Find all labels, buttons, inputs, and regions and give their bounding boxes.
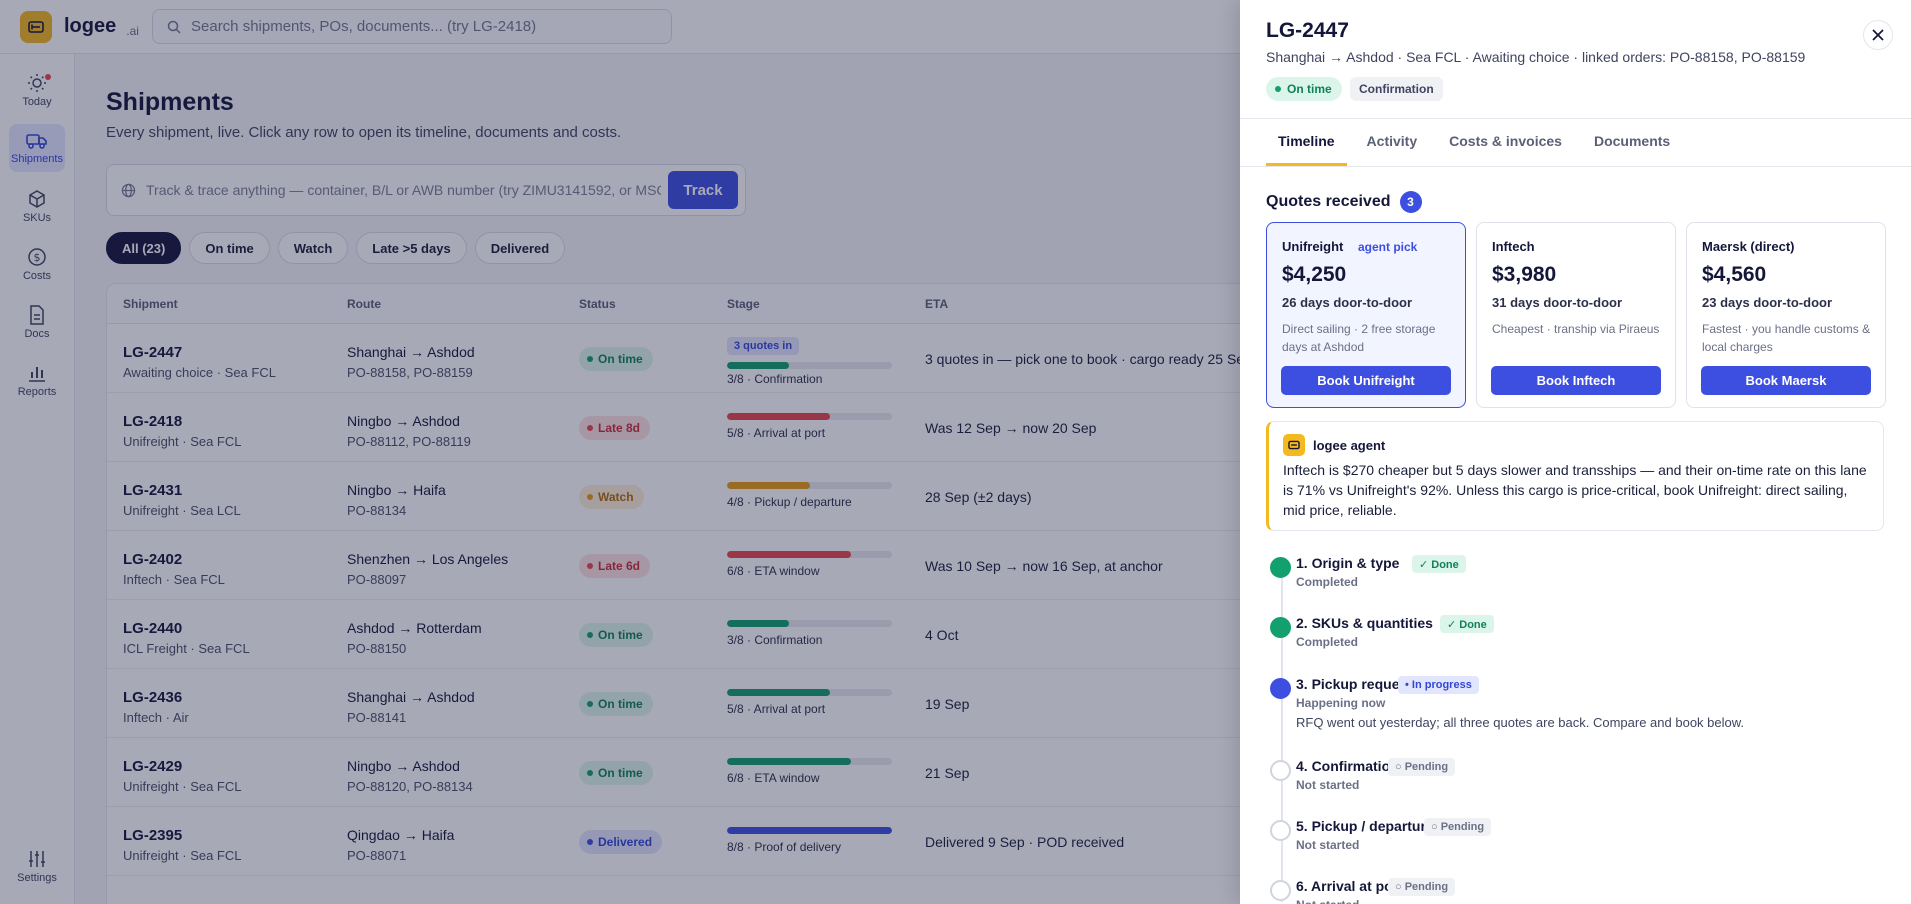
- step-status-icon: [1270, 557, 1291, 578]
- quote-carrier: Inftech: [1492, 239, 1535, 254]
- agent-recommendation: logee agent Inftech is $270 cheaper but …: [1266, 421, 1884, 531]
- quotes-count-badge: 3: [1399, 191, 1422, 213]
- step-status-tag: ○ Pending: [1388, 878, 1456, 896]
- quote-note: Fastest · you handle customs & local cha…: [1702, 322, 1871, 354]
- step-title: 4. Confirmation: [1296, 758, 1399, 774]
- step-status-tag: ○ Pending: [1388, 758, 1456, 776]
- step-status-tag: • In progress: [1398, 676, 1479, 694]
- step-title: 5. Pickup / departure: [1296, 818, 1434, 834]
- step-status-icon: [1270, 617, 1291, 638]
- book-unifreight-button[interactable]: Book Unifreight: [1281, 366, 1451, 395]
- agent-title: logee agent: [1313, 437, 1386, 453]
- modal-backdrop[interactable]: [0, 0, 1240, 904]
- timeline-line: [1281, 562, 1283, 902]
- quote-transit: 26 days door-to-door: [1282, 295, 1413, 310]
- quote-card-inftech[interactable]: Inftech $3,980 31 days door-to-door Chea…: [1476, 222, 1676, 408]
- quote-price: $4,250: [1282, 263, 1347, 286]
- stage-badge: Confirmation: [1350, 77, 1443, 101]
- quote-card-maersk[interactable]: Maersk (direct) $4,560 23 days door-to-d…: [1686, 222, 1886, 408]
- step-title: 1. Origin & type: [1296, 555, 1400, 571]
- step-status-icon: [1270, 820, 1291, 841]
- quote-card-unifreight[interactable]: Unifreight agent pick $4,250 26 days doo…: [1266, 222, 1466, 408]
- agent-pick-label: agent pick: [1358, 240, 1418, 254]
- step-status-icon: [1270, 678, 1291, 699]
- status-badge: On time: [1266, 77, 1342, 101]
- book-maersk-button[interactable]: Book Maersk: [1701, 366, 1871, 395]
- panel-subtitle: Shanghai → Ashdod · Sea FCL · Awaiting c…: [1266, 49, 1806, 65]
- step-status-tag: ○ Pending: [1424, 818, 1492, 836]
- close-icon: [1872, 29, 1884, 41]
- step-status-tag: ✓ Done: [1440, 615, 1494, 633]
- step-subtitle: Not started: [1296, 838, 1360, 852]
- step-subtitle: Completed: [1296, 635, 1359, 649]
- shipment-detail-panel: LG-2447 Shanghai → Ashdod · Sea FCL · Aw…: [1240, 0, 1911, 904]
- step-subtitle: Happening now: [1296, 696, 1386, 710]
- status-badge-label: On time: [1287, 82, 1332, 96]
- agent-logo-icon: [1283, 434, 1305, 456]
- quote-price: $3,980: [1492, 263, 1557, 286]
- panel-tabs: Timeline Activity Costs & invoices Docum…: [1266, 119, 1690, 166]
- quote-note: Direct sailing · 2 free storage days at …: [1282, 322, 1436, 354]
- step-status-icon: [1270, 880, 1291, 901]
- quote-price: $4,560: [1702, 263, 1767, 286]
- close-button[interactable]: [1863, 20, 1893, 50]
- quote-carrier: Maersk (direct): [1702, 239, 1795, 254]
- tab-costs-invoices[interactable]: Costs & invoices: [1437, 119, 1574, 166]
- step-note: RFQ went out yesterday; all three quotes…: [1296, 715, 1745, 730]
- quote-note: Cheapest · tranship via Piraeus: [1492, 322, 1660, 336]
- quote-transit: 31 days door-to-door: [1492, 295, 1623, 310]
- quotes-heading-label: Quotes received: [1266, 193, 1391, 210]
- tab-documents[interactable]: Documents: [1582, 119, 1682, 166]
- step-title: 2. SKUs & quantities: [1296, 615, 1433, 631]
- quote-carrier: Unifreight: [1282, 239, 1344, 254]
- step-subtitle: Not started: [1296, 898, 1359, 904]
- tab-timeline[interactable]: Timeline: [1266, 119, 1347, 166]
- step-title: 6. Arrival at port: [1296, 878, 1403, 894]
- step-title: 3. Pickup request: [1296, 676, 1412, 692]
- step-subtitle: Not started: [1296, 778, 1360, 792]
- book-inftech-button[interactable]: Book Inftech: [1491, 366, 1661, 395]
- agent-header: logee agent: [1283, 434, 1385, 456]
- quote-transit: 23 days door-to-door: [1702, 295, 1833, 310]
- agent-message: Inftech is $270 cheaper but 5 days slowe…: [1283, 462, 1867, 518]
- tab-activity[interactable]: Activity: [1355, 119, 1430, 166]
- step-subtitle: Completed: [1296, 575, 1359, 589]
- step-status-icon: [1270, 760, 1291, 781]
- step-status-tag: ✓ Done: [1412, 555, 1466, 573]
- panel-title: LG-2447: [1266, 19, 1349, 42]
- divider: [1240, 166, 1911, 167]
- quotes-heading: Quotes received 3: [1266, 191, 1422, 213]
